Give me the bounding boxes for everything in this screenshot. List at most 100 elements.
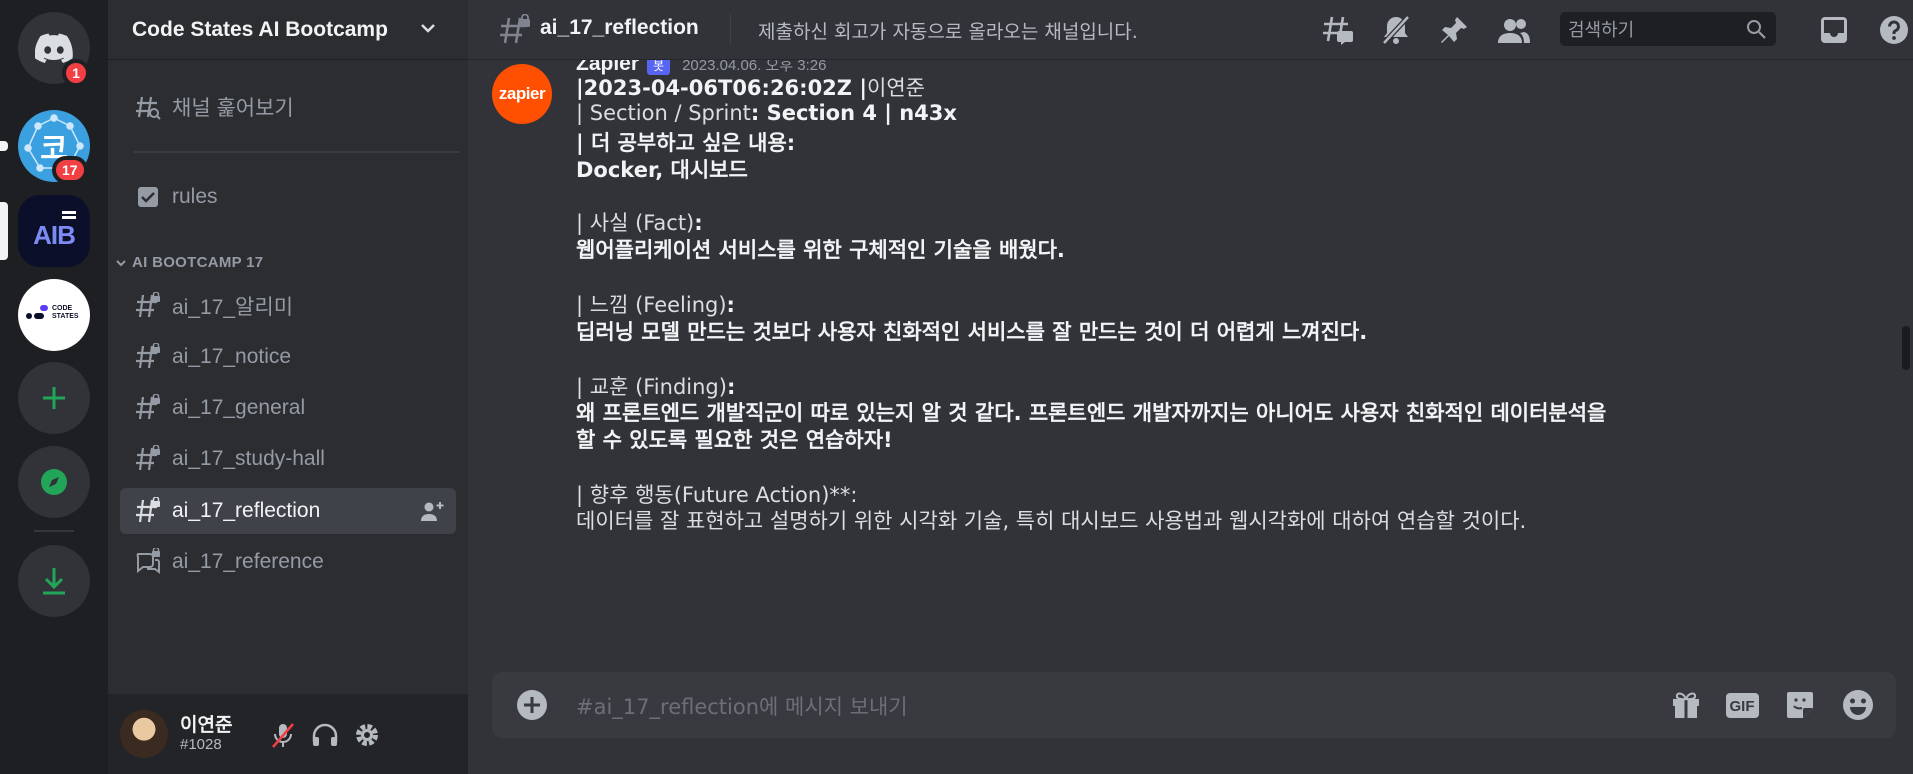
hashtag-lock-icon <box>134 394 162 422</box>
hashtag-lock-icon <box>134 445 162 473</box>
add-server-button[interactable] <box>18 362 90 434</box>
emoji-button[interactable] <box>1840 687 1876 723</box>
message-list: zapier Zapier 봇 2023.04.06. 오후 3:26 |202… <box>468 60 1898 668</box>
channel-label: ai_17_reflection <box>172 499 321 522</box>
channel-label: ai_17_study-hall <box>172 447 325 470</box>
message-author-avatar[interactable]: zapier <box>492 64 552 124</box>
server-icon-codestates[interactable]: CODE STATES <box>18 279 90 351</box>
deafen-button[interactable] <box>308 718 342 752</box>
message-line: 할 수 있도록 필요한 것은 연습하자! <box>576 428 893 452</box>
home-unread-badge: 1 <box>62 59 90 87</box>
gif-icon: GIF <box>1725 692 1759 718</box>
channel-item-study-hall[interactable]: ai_17_study-hall <box>120 436 456 482</box>
help-button[interactable] <box>1876 12 1912 48</box>
message-line: | 느낌 (Feeling): <box>576 293 735 317</box>
home-button[interactable]: 1 <box>18 12 90 87</box>
rail-separator <box>34 530 74 532</box>
channel-label: ai_17_general <box>172 396 306 419</box>
server-unread-badge: 17 <box>52 156 88 184</box>
search-placeholder: 검색하기 <box>1568 20 1635 41</box>
pin-icon <box>1441 17 1467 43</box>
header-divider <box>730 14 731 44</box>
members-icon <box>1498 19 1530 43</box>
guild-name: Code States AI Bootcamp <box>132 17 388 41</box>
bell-muted-icon <box>1382 15 1410 45</box>
channel-label: rules <box>172 185 218 208</box>
notification-settings-button[interactable] <box>1378 12 1414 48</box>
browse-channels-label: 채널 훑어보기 <box>172 97 294 120</box>
plus-icon <box>43 387 65 409</box>
gift-button[interactable] <box>1668 687 1704 723</box>
server-glyph-text: CODE STATES <box>52 305 79 320</box>
mute-button[interactable] <box>266 718 300 752</box>
sticker-button[interactable] <box>1782 687 1818 723</box>
inbox-button[interactable] <box>1816 12 1852 48</box>
microphone-muted-icon <box>272 723 294 748</box>
attach-plus-icon[interactable] <box>516 689 548 721</box>
forum-lock-icon <box>134 548 162 576</box>
message-scrollbar[interactable] <box>1898 60 1913 668</box>
category-header[interactable]: AI BOOTCAMP 17 <box>114 254 263 271</box>
channel-label: ai_17_reference <box>172 550 324 573</box>
chevron-down-icon <box>116 259 126 266</box>
server-icon-aib[interactable]: AIB <box>18 195 90 267</box>
channel-item-reflection[interactable]: ai_17_reflection <box>120 488 456 534</box>
scrollbar-thumb[interactable] <box>1902 326 1910 370</box>
server-icon-ko[interactable]: 코 17 <box>18 110 90 184</box>
browse-channels-icon <box>134 93 162 121</box>
channel-title: ai_17_reflection <box>540 16 699 39</box>
gif-button[interactable]: GIF <box>1724 687 1760 723</box>
channel-item-general[interactable]: ai_17_general <box>120 385 456 431</box>
channel-topic[interactable]: 제출하신 회고가 자동으로 올라오는 채널입니다. <box>758 17 1138 44</box>
message-line: | 사실 (Fact): <box>576 211 703 235</box>
message-line: 데이터를 잘 표현하고 설명하기 위한 시각화 기술, 특히 대시보드 사용법과… <box>576 509 1527 533</box>
codestates-purple-dot-icon <box>40 305 48 311</box>
category-label: AI BOOTCAMP 17 <box>132 254 264 271</box>
channel-item-reference[interactable]: ai_17_reference <box>120 539 456 585</box>
channel-item-notice[interactable]: ai_17_notice <box>120 334 456 380</box>
message-input-placeholder[interactable]: #ai_17_reflection에 메시지 보내기 <box>576 691 908 721</box>
message-line: 왜 프론트엔드 개발직군이 따로 있는지 알 것 같다. 프론트엔드 개발자까지… <box>576 401 1607 425</box>
discord-logo-icon <box>35 33 73 63</box>
channel-label: ai_17_notice <box>172 345 292 368</box>
channel-rules[interactable]: rules <box>120 174 456 220</box>
explore-servers-button[interactable] <box>18 446 90 518</box>
codestates-dots-icon <box>26 313 44 319</box>
aib-bars-icon <box>62 211 76 214</box>
message-line: 딥러닝 모델 만드는 것보다 사용자 친화적인 서비스를 잘 만드는 것이 더 … <box>576 320 1368 344</box>
inbox-icon <box>1821 17 1847 43</box>
help-icon <box>1880 16 1908 44</box>
hashtag-lock-icon <box>134 497 162 525</box>
channel-sidebar: Code States AI Bootcamp 채널 훑어보기 rules AI… <box>108 0 468 774</box>
download-icon <box>43 568 65 595</box>
browse-channels[interactable]: 채널 훑어보기 <box>120 84 456 130</box>
search-input[interactable]: 검색하기 <box>1560 12 1776 46</box>
threads-icon <box>1323 16 1353 45</box>
user-settings-button[interactable] <box>350 718 384 752</box>
channel-header: ai_17_reflection 제출하신 회고가 자동으로 올라오는 채널입니… <box>468 0 1913 60</box>
guild-header[interactable]: Code States AI Bootcamp <box>108 0 468 60</box>
download-apps-button[interactable] <box>18 545 90 617</box>
message-composer[interactable]: #ai_17_reflection에 메시지 보내기 GIF <box>492 672 1896 738</box>
message-line: |2023-04-06T06:26:02Z |이연준 <box>576 76 925 100</box>
unread-pill <box>0 141 8 151</box>
sidebar-separator <box>134 151 460 153</box>
chevron-down-icon <box>421 24 435 33</box>
threads-button[interactable] <box>1320 12 1356 48</box>
channel-label: ai_17_알리미 <box>172 296 294 319</box>
rules-icon <box>134 183 162 211</box>
message-line: 웹어플리케이션 서비스를 위한 구체적인 기술을 배웠다. <box>576 238 1065 262</box>
user-avatar[interactable] <box>120 710 168 758</box>
hashtag-lock-icon <box>134 343 162 371</box>
search-icon <box>1747 20 1766 39</box>
message-line: Docker, 대시보드 <box>576 158 748 182</box>
channel-item-alimi[interactable]: ai_17_알리미 <box>120 283 456 329</box>
server-rail: 1 코 17 AIB CODE STATES <box>0 0 108 774</box>
emoji-icon <box>1843 690 1873 720</box>
pinned-messages-button[interactable] <box>1436 12 1472 48</box>
member-list-button[interactable] <box>1496 12 1532 48</box>
message-line: | Section / Sprint: Section 4 | n43x <box>576 101 957 125</box>
add-member-icon[interactable] <box>420 500 444 522</box>
hashtag-lock-icon <box>134 292 162 320</box>
username[interactable]: 이연준 <box>180 710 232 737</box>
